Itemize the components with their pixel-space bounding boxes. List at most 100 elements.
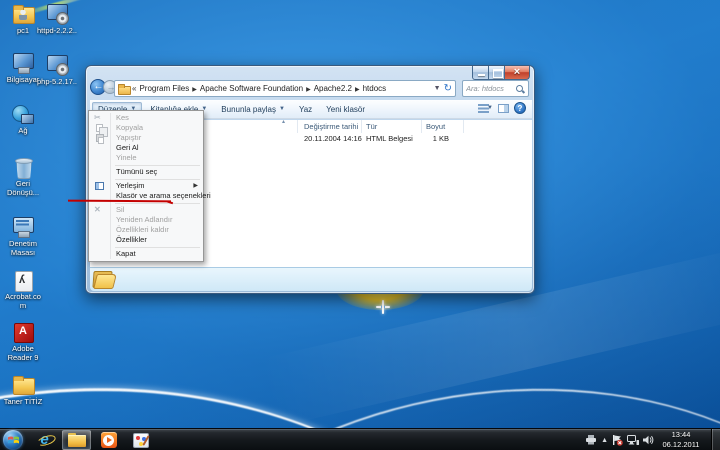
toolbar-button-label: Bununla paylaş bbox=[221, 105, 276, 114]
breadcrumb-separator-icon[interactable]: ▶ bbox=[190, 87, 199, 93]
desktop-icon-recycle-bin[interactable]: Geri Dönüşü... bbox=[2, 156, 44, 197]
network-icon[interactable] bbox=[627, 435, 639, 445]
menu-separator bbox=[115, 179, 200, 180]
refresh-icon[interactable]: ↻ bbox=[444, 84, 452, 94]
desktop-icon-label: php-5.2.17.. bbox=[36, 78, 78, 87]
show-desktop-button[interactable] bbox=[711, 429, 720, 450]
breadcrumb-segment[interactable]: Apache Software Foundation bbox=[199, 84, 304, 93]
desktop-icon-label: Geri Dönüşü... bbox=[2, 180, 44, 197]
preview-pane-button[interactable] bbox=[498, 104, 509, 113]
file-type: HTML Belgesi bbox=[366, 134, 413, 143]
media-player-icon bbox=[101, 432, 117, 448]
desktop-icon-network[interactable]: Ağ bbox=[2, 103, 44, 136]
taskbar-media-player-button[interactable] bbox=[94, 430, 123, 450]
desktop-icon-adobe-reader[interactable]: Adobe Reader 9 bbox=[2, 321, 44, 362]
menu-item-yeniden-adlandır: Yeniden Adlandır bbox=[90, 215, 202, 225]
menu-item-geri-al[interactable]: Geri Al bbox=[90, 143, 202, 153]
paste-icon bbox=[96, 134, 104, 142]
menu-item-label: Sil bbox=[116, 205, 124, 214]
menu-item-özellikleri-kaldır: Özellikleri kaldır bbox=[90, 225, 202, 235]
taskbar-clock[interactable]: 13:44 06.12.2011 bbox=[654, 430, 708, 450]
control-panel-icon bbox=[11, 216, 35, 239]
desktop-icon-control-panel[interactable]: Denetim Masası bbox=[2, 216, 44, 257]
clock-date: 06.12.2011 bbox=[654, 440, 708, 450]
folder-icon bbox=[118, 84, 129, 93]
desktop-icon-installer[interactable]: httpd-2.2.2.. bbox=[36, 3, 78, 36]
menu-item-label: Yinele bbox=[116, 153, 137, 162]
details-pane bbox=[90, 267, 532, 291]
desktop-icon-label: Taner TİTİZ bbox=[2, 398, 44, 407]
toolbar-button-yeni-klasör[interactable]: Yeni klasör bbox=[320, 102, 371, 117]
taskbar-ie-button[interactable]: e bbox=[30, 430, 59, 450]
clock-time: 13:44 bbox=[654, 430, 708, 440]
toolbar-button-yaz[interactable]: Yaz bbox=[293, 102, 318, 117]
internet-explorer-icon: e bbox=[40, 432, 48, 448]
show-hidden-icons-button[interactable]: ▲ bbox=[601, 437, 608, 444]
menu-item-yapıştır: Yapıştır bbox=[90, 133, 202, 143]
column-header-type[interactable]: Tür bbox=[366, 122, 377, 131]
menu-item-label: Yapıştır bbox=[116, 133, 141, 142]
acrobat-icon bbox=[11, 269, 35, 292]
taskbar-paint-button[interactable] bbox=[126, 430, 155, 450]
sort-ascending-icon: ▴ bbox=[282, 118, 285, 125]
menu-item-label: Tümünü seç bbox=[116, 167, 157, 176]
menu-item-label: Geri Al bbox=[116, 143, 139, 152]
explorer-folder-icon bbox=[68, 433, 86, 447]
menu-item-label: Yeniden Adlandır bbox=[116, 215, 172, 224]
desktop-icon-folder[interactable]: Taner TİTİZ bbox=[2, 374, 44, 407]
taskbar-explorer-button[interactable] bbox=[62, 430, 91, 450]
paint-icon bbox=[133, 433, 149, 448]
breadcrumb-segment[interactable]: htdocs bbox=[362, 84, 388, 93]
action-center-flag-icon[interactable] bbox=[612, 435, 623, 446]
views-button[interactable]: ▼ bbox=[478, 104, 493, 113]
layout-icon bbox=[95, 182, 104, 190]
search-input[interactable] bbox=[463, 84, 515, 93]
taskbar: e ▲ 13:44 06.12.2011 bbox=[0, 428, 720, 450]
shared-folder-icon bbox=[11, 3, 35, 26]
volume-icon[interactable] bbox=[643, 435, 654, 445]
help-button[interactable]: ? bbox=[514, 102, 526, 114]
search-icon bbox=[515, 84, 525, 94]
menu-item-klasör-ve-arama-seçenekleri[interactable]: Klasör ve arama seçenekleri bbox=[90, 191, 202, 201]
copy-icon bbox=[96, 124, 103, 132]
menu-item-label: Özellikleri kaldır bbox=[116, 225, 169, 234]
start-button[interactable] bbox=[3, 430, 23, 450]
breadcrumb-segment[interactable]: Program Files bbox=[138, 84, 190, 93]
toolbar-button-label: Yeni klasör bbox=[326, 105, 365, 114]
desktop-icon-label: Acrobat.com bbox=[2, 293, 44, 310]
organize-menu: ✂KesKopyalaYapıştırGeri AlYineleTümünü s… bbox=[88, 110, 204, 262]
column-header-modified[interactable]: Değiştirme tarihi bbox=[304, 122, 358, 131]
menu-item-tümünü-seç[interactable]: Tümünü seç bbox=[90, 167, 202, 177]
menu-item-label: Özellikler bbox=[116, 235, 147, 244]
address-bar[interactable]: «Program Files▶Apache Software Foundatio… bbox=[114, 80, 456, 97]
scissors-icon: ✂ bbox=[94, 113, 101, 123]
menu-item-kopyala: Kopyala bbox=[90, 123, 202, 133]
printer-icon[interactable] bbox=[585, 435, 597, 445]
desktop-icon-label: httpd-2.2.2.. bbox=[36, 27, 78, 36]
toolbar-button-bununla-paylaş[interactable]: Bununla paylaş▼ bbox=[215, 102, 291, 117]
menu-item-label: Kopyala bbox=[116, 123, 143, 132]
column-header-size[interactable]: Boyut bbox=[426, 122, 445, 131]
breadcrumb-separator-icon[interactable]: ▶ bbox=[353, 87, 362, 93]
menu-item-özellikler[interactable]: Özellikler bbox=[90, 235, 202, 245]
breadcrumb-segment[interactable]: Apache2.2 bbox=[313, 84, 353, 93]
maximize-button[interactable] bbox=[488, 66, 505, 80]
submenu-arrow-icon: ▶ bbox=[193, 181, 198, 191]
menu-item-kapat[interactable]: Kapat bbox=[90, 249, 202, 259]
network-icon bbox=[11, 103, 35, 126]
adobe-reader-icon bbox=[11, 321, 35, 344]
desktop-icon-acrobat[interactable]: Acrobat.com bbox=[2, 269, 44, 310]
computer-icon bbox=[11, 52, 35, 75]
breadcrumb-separator-icon[interactable]: ▶ bbox=[304, 87, 313, 93]
desktop-icon-installer[interactable]: php-5.2.17.. bbox=[36, 54, 78, 87]
menu-item-yerleşim[interactable]: Yerleşim▶ bbox=[90, 181, 202, 191]
minimize-button[interactable] bbox=[472, 66, 489, 80]
menu-separator bbox=[115, 165, 200, 166]
close-button[interactable] bbox=[504, 66, 530, 80]
breadcrumb: «Program Files▶Apache Software Foundatio… bbox=[132, 84, 431, 93]
menu-item-label: Klasör ve arama seçenekleri bbox=[116, 191, 211, 200]
recycle-bin-icon bbox=[11, 156, 35, 179]
address-dropdown-icon[interactable]: ▼ bbox=[431, 85, 444, 92]
installer-icon bbox=[45, 3, 69, 26]
search-box[interactable] bbox=[462, 80, 529, 97]
